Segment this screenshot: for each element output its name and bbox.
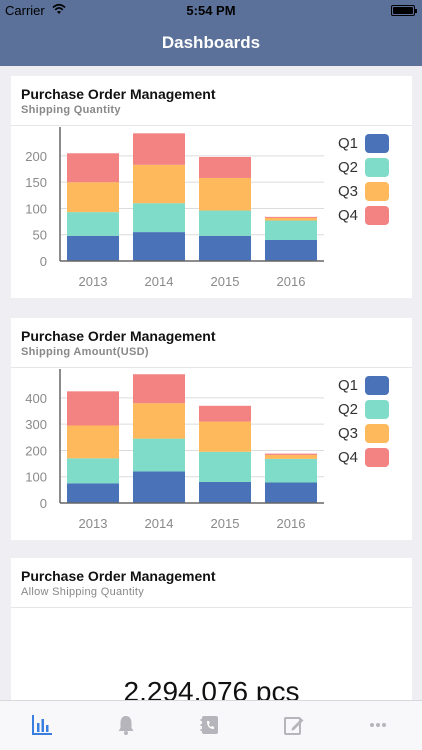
- bar-segment-2014-q1: [133, 471, 185, 503]
- legend-label-q1: Q1: [338, 135, 358, 152]
- card-header: Purchase Order Management Shipping Amoun…: [11, 318, 412, 368]
- legend-label-q3: Q3: [338, 425, 358, 442]
- status-bar: Carrier 5:54 PM: [0, 0, 422, 20]
- dashboard-card-shipping-amount[interactable]: Purchase Order Management Shipping Amoun…: [11, 318, 412, 540]
- tab-notifications[interactable]: [84, 701, 168, 750]
- x-tick-label: 2014: [145, 516, 174, 531]
- card-title: Purchase Order Management: [21, 568, 216, 584]
- bar-segment-2016-q4: [265, 453, 317, 455]
- bar-segment-2013-q1: [67, 235, 119, 261]
- legend-swatch-q4: [365, 206, 389, 225]
- tab-edit[interactable]: [252, 701, 336, 750]
- x-tick-label: 2016: [277, 516, 306, 531]
- card-header: Purchase Order Management Shipping Quant…: [11, 76, 412, 126]
- page-title: Dashboards: [161, 33, 261, 52]
- legend-label-q4: Q4: [338, 449, 358, 466]
- legend-label-q4: Q4: [338, 207, 358, 224]
- y-tick-label: 50: [33, 228, 47, 243]
- bar-segment-2016-q2: [265, 220, 317, 240]
- bar-segment-2015-q1: [199, 235, 251, 261]
- y-tick-label: 0: [40, 496, 47, 511]
- bar-segment-2016-q1: [265, 482, 317, 503]
- legend-label-q1: Q1: [338, 377, 358, 394]
- tab-more[interactable]: [336, 701, 420, 750]
- y-tick-label: 200: [25, 443, 47, 458]
- y-tick-label: 300: [25, 417, 47, 432]
- card-title: Purchase Order Management: [21, 86, 216, 102]
- x-tick-label: 2014: [145, 274, 174, 289]
- more-icon: [370, 723, 386, 727]
- bar-segment-2013-q1: [67, 483, 119, 503]
- legend-swatch-q2: [365, 400, 389, 419]
- x-tick-label: 2015: [211, 516, 240, 531]
- bar-segment-2016-q3: [265, 217, 317, 221]
- y-tick-label: 100: [25, 201, 47, 216]
- bar-segment-2013-q2: [67, 458, 119, 484]
- bar-segment-2015-q4: [199, 405, 251, 422]
- bar-segment-2015-q3: [199, 177, 251, 211]
- legend-swatch-q1: [365, 376, 389, 395]
- bar-segment-2015-q2: [199, 210, 251, 236]
- tab-bar: [0, 700, 422, 750]
- bar-segment-2014-q3: [133, 403, 185, 439]
- bar-segment-2013-q4: [67, 391, 119, 426]
- bar-segment-2014-q3: [133, 164, 185, 204]
- legend-label-q2: Q2: [338, 159, 358, 176]
- y-tick-label: 400: [25, 391, 47, 406]
- tab-contacts[interactable]: [168, 701, 252, 750]
- x-tick-label: 2013: [79, 274, 108, 289]
- bar-segment-2014-q2: [133, 438, 185, 472]
- x-tick-label: 2015: [211, 274, 240, 289]
- card-title: Purchase Order Management: [21, 328, 216, 344]
- y-tick-label: 100: [25, 470, 47, 485]
- bar-segment-2016-q4: [265, 216, 317, 218]
- battery-icon: [391, 5, 417, 16]
- bar-segment-2014-q2: [133, 203, 185, 233]
- dashboard-card-shipping-quantity[interactable]: Purchase Order Management Shipping Quant…: [11, 76, 412, 298]
- bar-segment-2015-q3: [199, 421, 251, 452]
- shipping-amount-chart: 0 100 200 300 400 2013 2014 2015 2016 Q1 Q2 Q3 Q4: [25, 369, 389, 531]
- bar-segment-2014-q4: [133, 374, 185, 404]
- card-header: Purchase Order Management Allow Shipping…: [11, 558, 412, 608]
- legend-swatch-q1: [365, 134, 389, 153]
- bar-segment-2013-q2: [67, 212, 119, 236]
- bar-segment-2014-q4: [133, 133, 185, 165]
- dashboard-card-allow-shipping[interactable]: Purchase Order Management Allow Shipping…: [11, 558, 412, 718]
- shipping-quantity-chart: 0 50 100 150 200 2013 2014 2015 2016 Q1 Q2 Q3 Q4: [25, 127, 389, 289]
- bar-segment-2016-q1: [265, 239, 317, 261]
- phone-book-icon: [200, 716, 218, 734]
- bar-segment-2013-q3: [67, 182, 119, 213]
- bell-icon: [118, 716, 134, 735]
- x-tick-label: 2013: [79, 516, 108, 531]
- legend-swatch-q3: [365, 424, 389, 443]
- legend-label-q3: Q3: [338, 183, 358, 200]
- legend-swatch-q3: [365, 182, 389, 201]
- card-subtitle: Allow Shipping Quantity: [21, 586, 145, 598]
- card-subtitle: Shipping Amount(USD): [21, 346, 149, 358]
- legend-swatch-q2: [365, 158, 389, 177]
- bar-segment-2013-q3: [67, 425, 119, 459]
- bar-segment-2015-q2: [199, 451, 251, 482]
- bar-segment-2016-q2: [265, 458, 317, 483]
- y-tick-label: 200: [25, 149, 47, 164]
- y-tick-label: 0: [40, 254, 47, 269]
- legend-label-q2: Q2: [338, 401, 358, 418]
- bar-segment-2016-q3: [265, 454, 317, 459]
- y-tick-label: 150: [25, 175, 47, 190]
- bar-segment-2014-q1: [133, 232, 185, 261]
- edit-icon: [284, 717, 304, 735]
- bar-segment-2013-q4: [67, 153, 119, 183]
- tab-dashboards[interactable]: [0, 701, 84, 750]
- bar-segment-2015-q4: [199, 156, 251, 178]
- bar-segment-2015-q1: [199, 481, 251, 503]
- legend-swatch-q4: [365, 448, 389, 467]
- status-time: 5:54 PM: [186, 3, 236, 18]
- bar-chart-icon: [32, 715, 52, 735]
- card-subtitle: Shipping Quantity: [21, 104, 121, 116]
- x-tick-label: 2016: [277, 274, 306, 289]
- navigation-bar: Dashboards: [0, 20, 422, 66]
